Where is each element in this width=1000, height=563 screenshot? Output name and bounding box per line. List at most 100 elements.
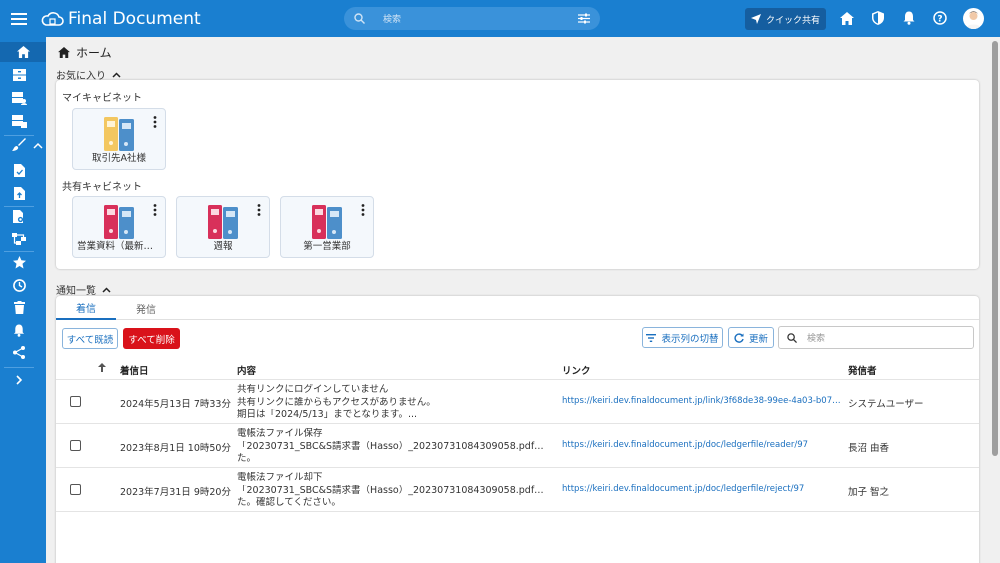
- sidebar-item-history[interactable]: [0, 275, 38, 295]
- cabinet-icon: [12, 69, 26, 81]
- brand-logo[interactable]: Final Document: [40, 9, 201, 29]
- quick-share-button[interactable]: クイック共有: [745, 8, 826, 30]
- cabinet-tile[interactable]: 営業資料（最新版）: [72, 196, 166, 258]
- notifications-toggle[interactable]: 通知一覧: [56, 282, 111, 297]
- cabinet-name: 営業資料（最新版）: [77, 241, 163, 252]
- column-content[interactable]: 内容: [237, 363, 256, 377]
- refresh-button[interactable]: 更新: [728, 327, 774, 348]
- org-cabinet-icon: [11, 91, 27, 105]
- page-scrollbar[interactable]: [990, 37, 1000, 563]
- table-row[interactable]: 2024年5月13日 7時33分 共有リンクにログインしていません 共有リンクに…: [56, 380, 979, 424]
- bell-icon[interactable]: [900, 9, 918, 27]
- shared-cabinet-icon: [11, 114, 27, 128]
- column-toggle-button[interactable]: 表示列の切替: [642, 327, 723, 348]
- search-icon: [354, 13, 365, 24]
- sidebar-item-cabinet[interactable]: [0, 65, 38, 85]
- notification-search-input[interactable]: 検索: [778, 326, 974, 349]
- my-cabinets-label: マイキャビネット: [62, 93, 142, 104]
- hamburger-icon[interactable]: [0, 0, 38, 37]
- brush-icon: [12, 138, 26, 151]
- cabinet-name: 第一営業部: [303, 241, 351, 252]
- cabinet-tile[interactable]: 取引先A社様: [72, 108, 166, 170]
- content-line: 共有リンクにログインしていません: [237, 384, 389, 395]
- sidebar-item-doc-settings[interactable]: [0, 206, 38, 226]
- more-vert-icon[interactable]: [153, 116, 157, 128]
- row-link[interactable]: https://keiri.dev.finaldocument.jp/link/…: [562, 396, 844, 406]
- table-header: 着信日 内容 リンク 発信者: [56, 356, 979, 380]
- refresh-label: 更新: [748, 333, 768, 345]
- svg-text:?: ?: [937, 15, 942, 25]
- more-vert-icon[interactable]: [153, 204, 157, 216]
- column-link[interactable]: リンク: [562, 363, 591, 377]
- row-sender: 長沼 由香: [848, 443, 890, 454]
- breadcrumb: ホーム: [58, 44, 112, 61]
- chevron-up-icon[interactable]: [33, 141, 43, 151]
- row-sender: 加子 智之: [848, 487, 890, 498]
- row-checkbox[interactable]: [70, 396, 81, 407]
- tab-outgoing[interactable]: 発信: [116, 296, 176, 320]
- row-checkbox[interactable]: [70, 440, 81, 451]
- bell-icon: [13, 323, 25, 337]
- sidebar-item-flow[interactable]: [0, 229, 38, 249]
- row-link[interactable]: https://keiri.dev.finaldocument.jp/doc/l…: [562, 484, 844, 494]
- global-search-input[interactable]: 検索: [344, 7, 600, 30]
- sidebar-item-expand[interactable]: [0, 370, 38, 390]
- cabinet-tile[interactable]: 第一営業部: [280, 196, 374, 258]
- more-vert-icon[interactable]: [361, 204, 365, 216]
- doc-settings-icon: [13, 209, 24, 223]
- sidebar-item-trash[interactable]: [0, 297, 38, 317]
- brand-name: Final Document: [68, 8, 201, 29]
- binder-red-icon: [208, 205, 238, 239]
- column-date[interactable]: 着信日: [120, 363, 149, 377]
- chevron-up-icon: [112, 71, 121, 78]
- row-sender: システムユーザー: [848, 399, 924, 410]
- table-row[interactable]: 2023年8月1日 10時50分 電帳法ファイル保存 「20230731_SBC…: [56, 424, 979, 468]
- row-checkbox[interactable]: [70, 484, 81, 495]
- row-content: 電帳法ファイル却下 「20230731_SBC&S請求書（Hasso）_2023…: [237, 472, 552, 510]
- sidebar: [0, 37, 46, 563]
- tab-incoming[interactable]: 着信: [56, 296, 116, 320]
- delete-all-button[interactable]: すべて削除: [123, 328, 180, 349]
- content-line: 電帳法ファイル却下: [237, 472, 323, 483]
- notifications-card: 着信 発信 すべて既読 すべて削除 表示列の切替 更新 検索 着信日 内容 リン…: [56, 296, 979, 563]
- row-content: 電帳法ファイル保存 「20230731_SBC&S請求書（Hasso）_2023…: [237, 428, 552, 466]
- cabinet-tile[interactable]: 週報: [176, 196, 270, 258]
- table-row[interactable]: 2023年7月31日 9時20分 電帳法ファイル却下 「20230731_SBC…: [56, 468, 979, 512]
- sidebar-item-favorites[interactable]: [0, 252, 38, 272]
- quick-share-label: クイック共有: [765, 15, 820, 26]
- sort-arrow-up-icon[interactable]: [98, 363, 106, 372]
- sidebar-item-shared-cabinet[interactable]: [0, 111, 38, 131]
- row-content: 共有リンクにログインしていません 共有リンクに誰からもアクセスがありません。 期…: [237, 384, 552, 422]
- cabinet-name: 週報: [213, 241, 233, 252]
- filter-list-icon: [646, 333, 657, 342]
- share-icon: [13, 345, 25, 359]
- scrollbar-thumb[interactable]: [992, 41, 998, 456]
- global-search-placeholder: 検索: [383, 15, 402, 25]
- sidebar-item-share[interactable]: [0, 342, 38, 362]
- home-icon: [58, 47, 70, 58]
- home-icon[interactable]: [838, 9, 856, 27]
- content-line: 電帳法ファイル保存: [237, 428, 323, 439]
- help-icon[interactable]: ?: [931, 9, 949, 27]
- column-sender[interactable]: 発信者: [848, 363, 877, 377]
- sidebar-item-doc-check[interactable]: [0, 160, 38, 180]
- sidebar-item-org-cabinet[interactable]: [0, 88, 38, 108]
- refresh-icon: [734, 332, 744, 343]
- search-icon: [787, 332, 797, 343]
- notification-tabs: 着信 発信: [56, 296, 979, 320]
- user-avatar[interactable]: [963, 8, 984, 29]
- row-date: 2024年5月13日 7時33分: [120, 399, 231, 410]
- row-date: 2023年8月1日 10時50分: [120, 443, 231, 454]
- expand-icon: [16, 375, 23, 385]
- sidebar-item-home[interactable]: [0, 42, 46, 62]
- star-icon: [12, 255, 26, 268]
- shield-icon[interactable]: [869, 9, 887, 27]
- mark-all-read-button[interactable]: すべて既読: [62, 328, 118, 349]
- content-line: 共有リンクに誰からもアクセスがありません。: [237, 396, 436, 408]
- more-vert-icon[interactable]: [257, 204, 261, 216]
- row-link[interactable]: https://keiri.dev.finaldocument.jp/doc/l…: [562, 440, 844, 450]
- tune-icon[interactable]: [578, 13, 590, 24]
- column-toggle-label: 表示列の切替: [661, 333, 719, 345]
- sidebar-item-notifications[interactable]: [0, 320, 38, 340]
- sidebar-item-doc-upload[interactable]: [0, 183, 38, 203]
